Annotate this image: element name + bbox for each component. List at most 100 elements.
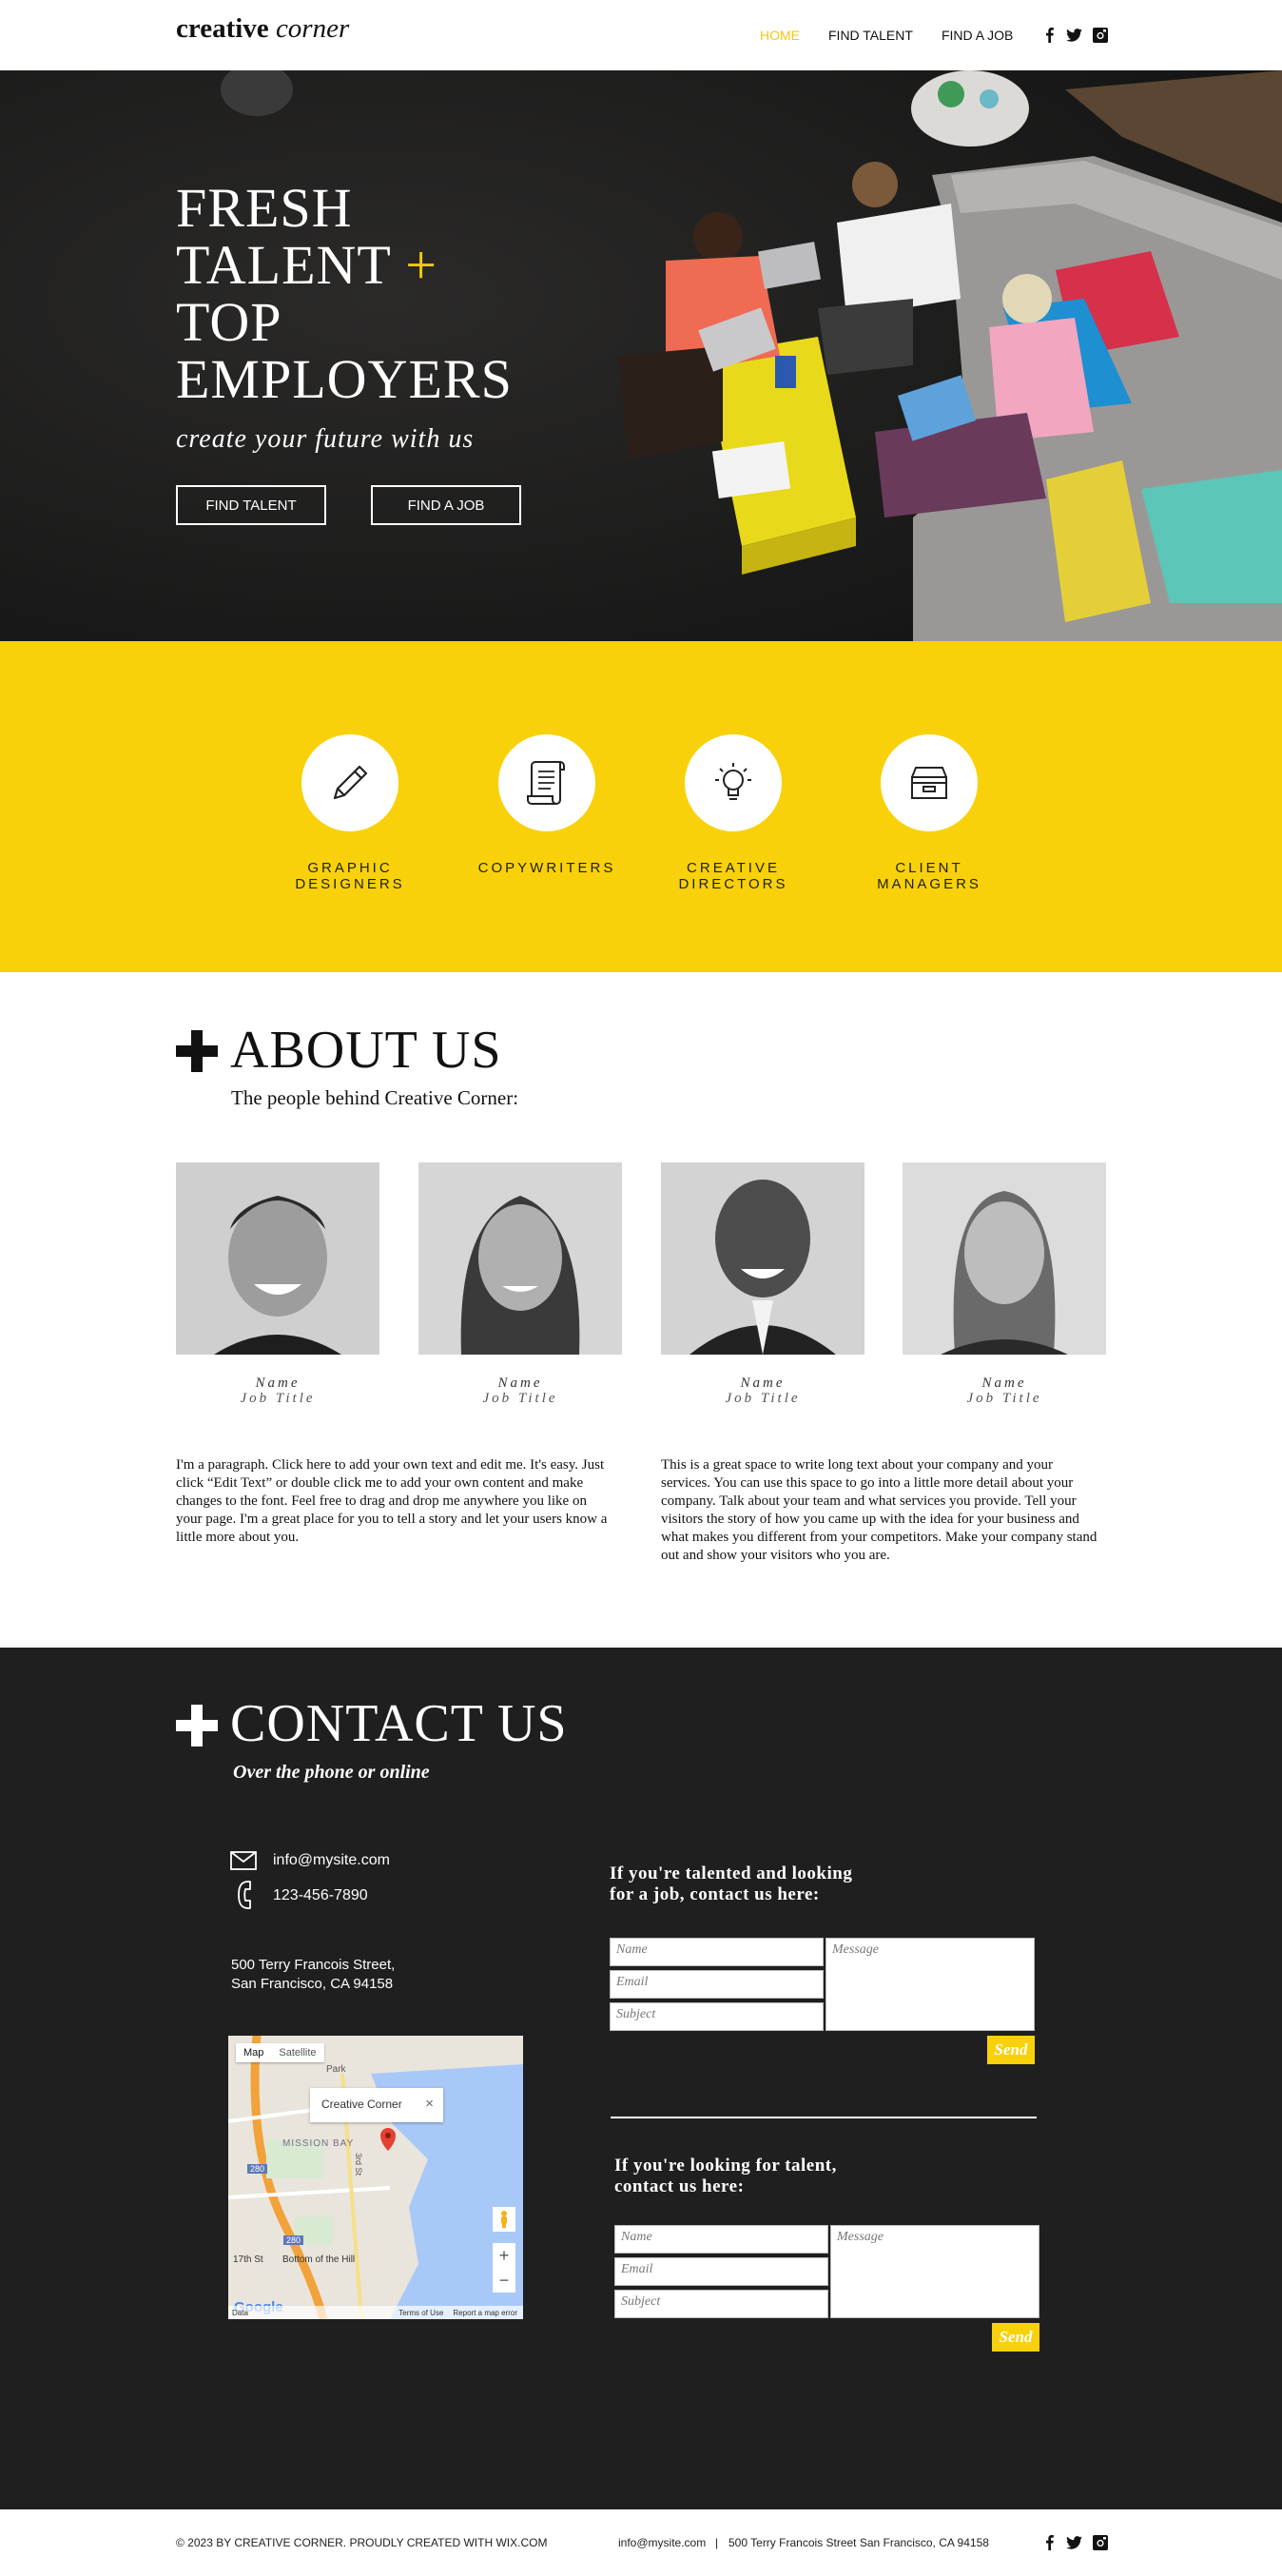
team-member-job-title: Job Title [240, 1391, 316, 1406]
about-paragraph-left: I'm a paragraph. Click here to add your … [176, 1457, 608, 1545]
map-label: Park [326, 2064, 346, 2075]
contact-title: CONTACT US [230, 1694, 568, 1753]
role-label: MANAGERS [877, 876, 981, 892]
contact-email[interactable]: info@mysite.com [273, 1852, 390, 1869]
phone-icon [238, 1881, 251, 1909]
facebook-icon[interactable] [1040, 2534, 1057, 2550]
scroll-icon [498, 734, 595, 831]
contact-phone[interactable]: 123-456-7890 [273, 1887, 368, 1904]
contact-section: CONTACT US Over the phone or online info… [0, 1648, 1282, 2509]
nav-home[interactable]: HOME [760, 28, 800, 43]
map-info-popup: Creative Corner × [310, 2088, 443, 2122]
main-nav: HOME FIND TALENT FIND A JOB [760, 28, 1041, 43]
form1-subject-field[interactable]: Subject [610, 2002, 824, 2031]
role-copywriters: COPYWRITERS [452, 734, 642, 876]
find-a-job-button[interactable]: FIND A JOB [371, 485, 521, 525]
envelope-icon [230, 1851, 257, 1870]
role-graphic-designers: GRAPHIC DESIGNERS [255, 734, 445, 892]
team-member-job-title: Job Title [966, 1391, 1042, 1406]
lightbulb-icon [685, 734, 782, 831]
form2-subject-field[interactable]: Subject [614, 2290, 828, 2318]
map-label: MISSION BAY [282, 2138, 355, 2149]
pencil-icon [301, 734, 398, 831]
footer-address: 500 Terry Francois Street San Francisco,… [728, 2536, 989, 2549]
instagram-icon[interactable] [1092, 2534, 1108, 2550]
role-label: COPYWRITERS [477, 860, 616, 876]
form2-send-button[interactable]: Send [992, 2323, 1039, 2352]
hero-subtitle: create your future with us [176, 424, 475, 454]
role-creative-directors: CREATIVE DIRECTORS [638, 734, 828, 892]
form-divider [611, 2117, 1037, 2118]
map-report-link[interactable]: Report a map error [453, 2309, 517, 2317]
logo-italic-text: corner [275, 13, 350, 44]
about-paragraph-right: This is a great space to write long text… [661, 1457, 1097, 1563]
zoom-control: + − [493, 2243, 515, 2293]
role-label: CREATIVE [687, 860, 780, 876]
team-member-name: Name [740, 1376, 786, 1391]
form2-name-field[interactable]: Name [614, 2225, 828, 2254]
form1-message-field[interactable]: Message [826, 1938, 1035, 2031]
map-highway-label: 280 [283, 2235, 304, 2245]
zoom-in-button[interactable]: + [493, 2243, 515, 2268]
site-logo[interactable]: creative corner [176, 13, 349, 45]
address-line1: 500 Terry Francois Street, [231, 1957, 396, 1973]
roles-section: GRAPHIC DESIGNERS COPYWRITERS CREATIVE DIR… [0, 641, 1282, 972]
site-header: creative corner HOME FIND TALENT FIND A … [0, 0, 1282, 70]
map-popup-text: Creative Corner [321, 2098, 402, 2111]
footer-copyright: © 2023 BY CREATIVE CORNER. PROUDLY CREAT… [176, 2536, 548, 2549]
contact-subtitle: Over the phone or online [233, 1762, 430, 1783]
map-highway-label: 280 [247, 2164, 268, 2174]
hero-title-line2: TALENT [176, 234, 391, 296]
role-label: DIRECTORS [678, 876, 788, 892]
team-photo [176, 1162, 379, 1355]
google-map[interactable]: Map Satellite Creative Corner × MISSION … [228, 2036, 523, 2319]
hero-title-line4: EMPLOYERS [176, 348, 513, 410]
about-title: ABOUT US [230, 1021, 502, 1080]
footer-email[interactable]: info@mysite.com [618, 2536, 706, 2549]
hero-title-line1: FRESH [176, 177, 353, 239]
team-member-name: Name [981, 1376, 1027, 1391]
twitter-icon[interactable] [1066, 2534, 1082, 2550]
form1-send-button[interactable]: Send [987, 2036, 1035, 2064]
zoom-out-button[interactable]: − [493, 2268, 515, 2293]
nav-find-talent[interactable]: FIND TALENT [828, 28, 913, 43]
find-talent-button[interactable]: FIND TALENT [176, 485, 326, 525]
map-tab-satellite[interactable]: Satellite [271, 2043, 323, 2062]
team-member-job-title: Job Title [725, 1391, 801, 1406]
form1-heading-line1: If you're talented and looking [610, 1864, 853, 1883]
footer-social [1040, 2534, 1108, 2550]
logo-bold-text: creative [176, 13, 269, 44]
team-photo [418, 1162, 622, 1355]
plus-icon [176, 1030, 218, 1072]
team-photo [903, 1162, 1106, 1355]
map-terms-link[interactable]: Terms of Use [398, 2309, 443, 2317]
map-canvas[interactable] [228, 2036, 523, 2319]
about-subtitle: The people behind Creative Corner: [231, 1086, 519, 1109]
archive-box-icon [881, 734, 978, 831]
form2-message-field[interactable]: Message [830, 2225, 1039, 2318]
role-client-managers: CLIENT MANAGERS [834, 734, 1024, 892]
map-tab-map[interactable]: Map [236, 2043, 271, 2062]
street-view-icon[interactable] [493, 2207, 515, 2232]
facebook-icon[interactable] [1040, 27, 1057, 43]
form1-email-field[interactable]: Email [610, 1970, 824, 1999]
team-member-name: Name [255, 1376, 301, 1391]
footer-separator: | [715, 2536, 719, 2549]
hero-plus: + [405, 234, 438, 296]
instagram-icon[interactable] [1092, 27, 1108, 43]
map-data-label: Data [232, 2308, 248, 2317]
role-label: CLIENT [895, 860, 963, 876]
address-line2: San Francisco, CA 94158 [231, 1976, 394, 1992]
form2-heading-line2: contact us here: [614, 2176, 745, 2196]
team-member-card: Name Job Title [661, 1162, 864, 1406]
form2-email-field[interactable]: Email [614, 2257, 828, 2286]
twitter-icon[interactable] [1066, 27, 1082, 43]
close-icon[interactable]: × [425, 2096, 434, 2112]
nav-find-a-job[interactable]: FIND A JOB [942, 28, 1013, 43]
role-label: DESIGNERS [295, 876, 405, 892]
form1-heading-line2: for a job, contact us here: [610, 1884, 820, 1904]
map-label: 17th St [233, 2254, 263, 2265]
map-type-control: Map Satellite [236, 2043, 324, 2062]
form1-name-field[interactable]: Name [610, 1938, 824, 1966]
site-footer: © 2023 BY CREATIVE CORNER. PROUDLY CREAT… [0, 2509, 1282, 2576]
